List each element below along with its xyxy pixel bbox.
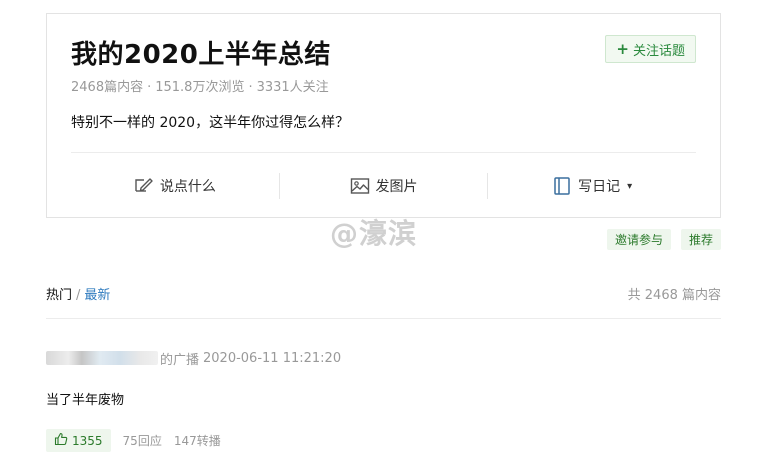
topic-tags: 邀请参与 推荐 <box>606 229 721 250</box>
like-count: 1355 <box>72 433 103 448</box>
repost-count-link[interactable]: 147转播 <box>174 432 221 449</box>
topic-stats: 2468篇内容 · 151.8万次浏览 · 3331人关注 <box>71 76 329 95</box>
thumbs-up-icon <box>54 432 68 449</box>
recommend-tag[interactable]: 推荐 <box>680 229 721 250</box>
reply-count-link[interactable]: 75回应 <box>123 432 162 449</box>
total-count: 共 2468 篇内容 <box>627 288 721 303</box>
image-icon <box>350 177 370 195</box>
chevron-down-icon: ▾ <box>627 180 633 192</box>
topic-description: 特别不一样的 2020，这半年你过得怎么样？ <box>71 115 350 131</box>
topic-actions: 说点什么 发图片 写日记 ▾ <box>71 169 696 203</box>
tab-separator: / <box>76 288 81 303</box>
plus-icon: + <box>616 39 629 58</box>
divider <box>46 318 721 319</box>
view-count: 151.8万次浏览 <box>155 80 245 95</box>
list-item: 的广播 2020-06-11 11:21:20 当了半年废物 1355 75回应… <box>46 348 721 452</box>
post-image-label: 发图片 <box>375 179 418 195</box>
topic-title: 我的2020上半年总结 <box>71 40 331 70</box>
stats-separator: · <box>248 80 253 95</box>
post-meta: 的广播 2020-06-11 11:21:20 <box>46 348 721 368</box>
tab-latest[interactable]: 最新 <box>84 288 110 303</box>
follow-topic-button[interactable]: + 关注话题 <box>605 35 696 63</box>
post-timestamp[interactable]: 2020-06-11 11:21:20 <box>203 351 341 366</box>
write-diary-button[interactable]: 写日记 ▾ <box>488 169 696 203</box>
post-image-button[interactable]: 发图片 <box>280 169 488 203</box>
post-action-text: 的广播 <box>160 352 200 368</box>
post-footer: 1355 75回应 147转播 <box>46 429 721 452</box>
write-diary-label: 写日记 <box>578 179 621 195</box>
say-something-label: 说点什么 <box>159 179 216 195</box>
say-something-button[interactable]: 说点什么 <box>71 169 279 203</box>
stats-separator: · <box>147 80 152 95</box>
watermark: @濠滨 <box>330 217 418 250</box>
list-header: 热门 / 最新 共 2468 篇内容 <box>46 284 721 303</box>
avatar[interactable] <box>46 351 158 365</box>
post-body: 当了半年废物 <box>46 393 125 408</box>
follow-topic-label: 关注话题 <box>632 43 685 59</box>
tab-hot[interactable]: 热门 <box>46 288 72 303</box>
topic-card: 我的2020上半年总结 + 关注话题 2468篇内容 · 151.8万次浏览 · 333… <box>46 13 721 218</box>
divider <box>71 152 696 153</box>
sort-tabs: 热门 / 最新 <box>46 284 110 303</box>
pen-icon <box>134 177 154 195</box>
post-count: 2468篇内容 <box>71 80 144 95</box>
follower-count: 3331人关注 <box>256 80 329 95</box>
invite-participate-tag[interactable]: 邀请参与 <box>606 229 671 250</box>
like-button[interactable]: 1355 <box>46 429 111 452</box>
book-icon <box>552 176 572 196</box>
